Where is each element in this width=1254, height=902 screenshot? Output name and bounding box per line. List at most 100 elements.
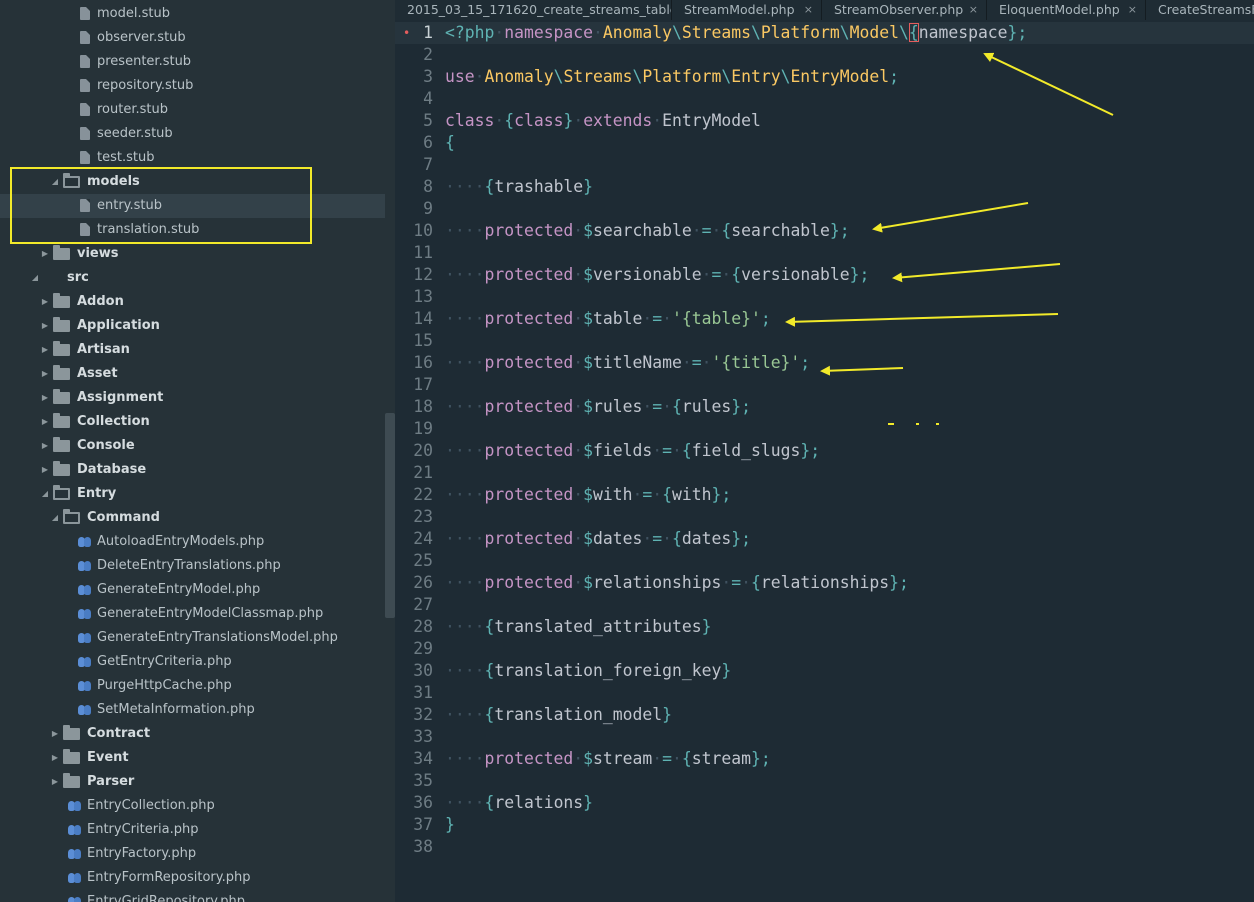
code-line[interactable]: 18 ····protected·$rules·=·{rules}; (395, 396, 1254, 418)
tree-item[interactable]: ▶ Addon (0, 290, 385, 314)
code-line[interactable]: 25 (395, 550, 1254, 572)
disclosure-closed-icon[interactable]: ▶ (40, 338, 50, 362)
tree-item[interactable]: EntryFormRepository.php (0, 866, 385, 890)
code-line[interactable]: 10 ····protected·$searchable·=·{searchabl… (395, 220, 1254, 242)
disclosure-closed-icon[interactable]: ▶ (40, 290, 50, 314)
code-line[interactable]: 15 (395, 330, 1254, 352)
tree-item[interactable]: PurgeHttpCache.php (0, 674, 385, 698)
code-editor[interactable]: • 1 <?php·namespace·Anomaly\Streams\Platfo… (395, 20, 1254, 902)
code-line[interactable]: • 1 <?php·namespace·Anomaly\Streams\Platfo… (395, 22, 1254, 44)
code-line[interactable]: 31 (395, 682, 1254, 704)
code-line[interactable]: 26 ····protected·$relationships·=·{relati… (395, 572, 1254, 594)
tree-item[interactable]: ◢ Entry (0, 482, 385, 506)
tree-item[interactable]: GetEntryCriteria.php (0, 650, 385, 674)
tree-item[interactable]: ▶ Asset (0, 362, 385, 386)
tab[interactable]: StreamObserver.php × (822, 0, 987, 20)
code-line[interactable]: 34 ····protected·$stream·=·{stream}; (395, 748, 1254, 770)
tree-item[interactable]: GenerateEntryModel.php (0, 578, 385, 602)
code-line[interactable]: 7 (395, 154, 1254, 176)
tab[interactable]: StreamModel.php × (672, 0, 822, 20)
code-line[interactable]: 33 (395, 726, 1254, 748)
code-line[interactable]: 29 (395, 638, 1254, 660)
disclosure-closed-icon[interactable]: ▶ (40, 242, 50, 266)
tree-item[interactable]: ▶ Parser (0, 770, 385, 794)
code-line[interactable]: 17 (395, 374, 1254, 396)
code-line[interactable]: 23 (395, 506, 1254, 528)
code-line[interactable]: 22 ····protected·$with·=·{with}; (395, 484, 1254, 506)
tab-close-icon[interactable]: × (804, 0, 813, 19)
tab[interactable]: EloquentModel.php × (987, 0, 1146, 20)
code-line[interactable]: 5 class·{class}·extends·EntryModel (395, 110, 1254, 132)
tree-item[interactable]: AutoloadEntryModels.php (0, 530, 385, 554)
tree-item[interactable]: SetMetaInformation.php (0, 698, 385, 722)
tree-item[interactable]: GenerateEntryModelClassmap.php (0, 602, 385, 626)
tree-item[interactable]: observer.stub (0, 26, 385, 50)
tree-item[interactable]: EntryFactory.php (0, 842, 385, 866)
code-line[interactable]: 32 ····{translation_model} (395, 704, 1254, 726)
code-line[interactable]: 27 (395, 594, 1254, 616)
code-line[interactable]: 37} (395, 814, 1254, 836)
code-line[interactable]: 11 (395, 242, 1254, 264)
tree-item[interactable]: ▶ Application (0, 314, 385, 338)
tab-close-icon[interactable]: × (1128, 0, 1137, 19)
tree-item[interactable]: repository.stub (0, 74, 385, 98)
disclosure-closed-icon[interactable]: ▶ (40, 434, 50, 458)
code-line[interactable]: 20 ····protected·$fields·=·{field_slugs}; (395, 440, 1254, 462)
disclosure-closed-icon[interactable]: ▶ (40, 458, 50, 482)
code-line[interactable]: 12 ····protected·$versionable·=·{versiona… (395, 264, 1254, 286)
code-line[interactable]: 14 ····protected·$table·=·'{table}'; (395, 308, 1254, 330)
code-line[interactable]: 4 (395, 88, 1254, 110)
tree-item[interactable]: presenter.stub (0, 50, 385, 74)
disclosure-closed-icon[interactable]: ▶ (40, 314, 50, 338)
code-line[interactable]: 19 (395, 418, 1254, 440)
tab[interactable]: 2015_03_15_171620_create_streams_tables (395, 0, 672, 20)
sidebar-scrollbar[interactable] (385, 413, 395, 618)
disclosure-closed-icon[interactable]: ▶ (40, 386, 50, 410)
code-line[interactable]: 2 (395, 44, 1254, 66)
code-line[interactable]: 8 ····{trashable} (395, 176, 1254, 198)
tree-item[interactable]: EntryCriteria.php (0, 818, 385, 842)
line-code: ····{translation_model} (445, 704, 672, 726)
code-line[interactable]: 35 (395, 770, 1254, 792)
line-number: 23 (413, 507, 433, 526)
tree-item[interactable]: GenerateEntryTranslationsModel.php (0, 626, 385, 650)
disclosure-closed-icon[interactable]: ▶ (50, 770, 60, 794)
code-line[interactable]: 13 (395, 286, 1254, 308)
tree-item[interactable]: ▶ Event (0, 746, 385, 770)
code-line[interactable]: 21 (395, 462, 1254, 484)
code-token: namespace (918, 23, 1008, 42)
tree-item[interactable]: ▶ Collection (0, 410, 385, 434)
tree-item[interactable]: ◢ Command (0, 506, 385, 530)
tree-item[interactable]: ▶ views (0, 242, 385, 266)
tree-item[interactable]: ▶ Contract (0, 722, 385, 746)
tree-item[interactable]: seeder.stub (0, 122, 385, 146)
tree-item[interactable]: ▶ Database (0, 458, 385, 482)
disclosure-open-icon[interactable]: ◢ (50, 506, 60, 530)
disclosure-closed-icon[interactable]: ▶ (50, 746, 60, 770)
code-line[interactable]: 30 ····{translation_foreign_key} (395, 660, 1254, 682)
tree-item[interactable]: router.stub (0, 98, 385, 122)
code-line[interactable]: 38 (395, 836, 1254, 858)
code-line[interactable]: 16 ····protected·$titleName·=·'{title}'; (395, 352, 1254, 374)
tree-item[interactable]: ▶ Artisan (0, 338, 385, 362)
tab-close-icon[interactable]: × (969, 0, 978, 19)
code-line[interactable]: 3 use·Anomaly\Streams\Platform\Entry\Entr… (395, 66, 1254, 88)
code-line[interactable]: 36 ····{relations} (395, 792, 1254, 814)
disclosure-closed-icon[interactable]: ▶ (50, 722, 60, 746)
tree-item[interactable]: DeleteEntryTranslations.php (0, 554, 385, 578)
tab[interactable]: CreateStreamsFieldsTable (1146, 0, 1254, 20)
tree-item[interactable]: ▶ Assignment (0, 386, 385, 410)
disclosure-closed-icon[interactable]: ▶ (40, 362, 50, 386)
code-line[interactable]: 6{ (395, 132, 1254, 154)
disclosure-open-icon[interactable]: ◢ (40, 482, 50, 506)
code-line[interactable]: 28 ····{translated_attributes} (395, 616, 1254, 638)
tree-item[interactable]: model.stub (0, 2, 385, 26)
tree-item[interactable]: EntryGridRepository.php (0, 890, 385, 902)
tree-item[interactable]: ◢ src (0, 266, 385, 290)
disclosure-closed-icon[interactable]: ▶ (40, 410, 50, 434)
tree-item[interactable]: ▶ Console (0, 434, 385, 458)
tree-item[interactable]: EntryCollection.php (0, 794, 385, 818)
code-line[interactable]: 9 (395, 198, 1254, 220)
code-line[interactable]: 24 ····protected·$dates·=·{dates}; (395, 528, 1254, 550)
disclosure-open-icon[interactable]: ◢ (30, 266, 40, 290)
